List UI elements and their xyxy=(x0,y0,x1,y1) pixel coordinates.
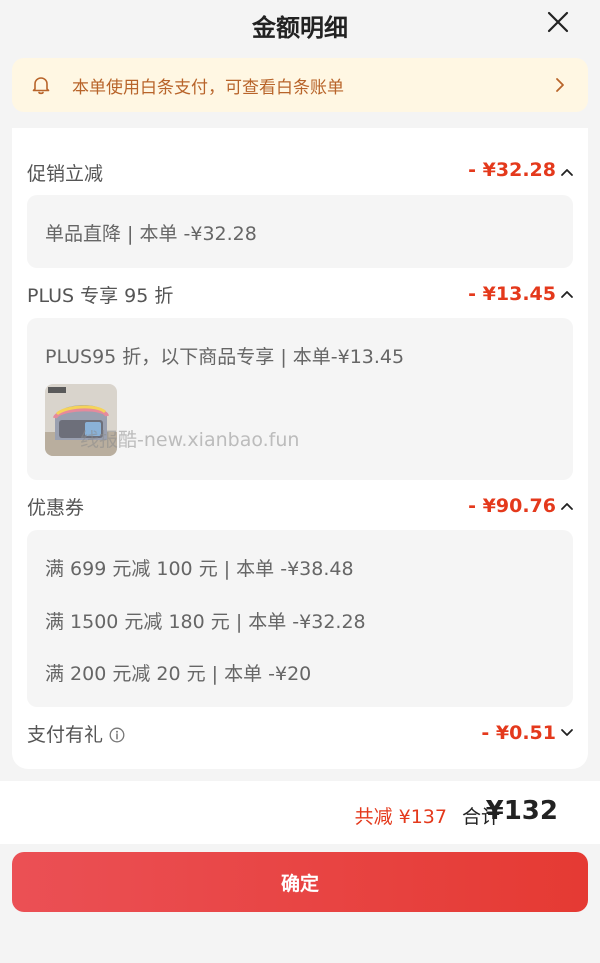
discount-details-card: 促销立减 - ¥32.28 单品直降 | 本单 -¥32.28 PLUS 专享 … xyxy=(12,128,588,769)
plus-detail-box: PLUS95 折，以下商品专享 | 本单-¥13.45 xyxy=(27,318,573,480)
baitiao-banner[interactable]: 本单使用白条支付，可查看白条账单 xyxy=(12,58,588,112)
chevron-up-icon[interactable] xyxy=(560,167,574,177)
info-icon[interactable] xyxy=(109,727,125,743)
payment-gift-label: 支付有礼 xyxy=(27,724,104,746)
plus-detail-line: PLUS95 折，以下商品专享 | 本单-¥13.45 xyxy=(45,346,405,368)
confirm-button[interactable]: 确定 xyxy=(12,852,588,912)
section-amount-promotion[interactable]: - ¥32.28 xyxy=(468,159,556,181)
total-value: ¥132 xyxy=(485,796,558,826)
promotion-detail-box: 单品直降 | 本单 -¥32.28 xyxy=(27,195,573,268)
section-label-promotion[interactable]: 促销立减 xyxy=(27,159,103,186)
section-label-payment-gift[interactable]: 支付有礼 xyxy=(27,720,125,747)
coupon-line: 满 699 元减 100 元 | 本单 -¥38.48 xyxy=(45,558,354,580)
section-amount-plus[interactable]: - ¥13.45 xyxy=(468,283,556,305)
total-saved: 共减 ¥137 xyxy=(354,806,447,828)
promotion-detail-line: 单品直降 | 本单 -¥32.28 xyxy=(45,223,257,245)
watermark-text: 线报酷-new.xianbao.fun xyxy=(80,429,300,451)
coupons-detail-box: 满 699 元减 100 元 | 本单 -¥38.48 满 1500 元减 18… xyxy=(27,530,573,707)
section-label-plus[interactable]: PLUS 专享 95 折 xyxy=(27,281,173,308)
header: 金额明细 xyxy=(0,0,600,46)
chevron-right-icon xyxy=(556,78,564,92)
page-title: 金额明细 xyxy=(252,14,348,42)
chevron-down-icon[interactable] xyxy=(560,728,574,738)
bell-icon xyxy=(32,77,50,95)
section-label-coupons[interactable]: 优惠券 xyxy=(27,493,84,520)
close-icon[interactable] xyxy=(546,10,570,34)
order-summary: 共减 ¥137 合计 ¥132 xyxy=(0,781,600,844)
coupon-line: 满 1500 元减 180 元 | 本单 -¥32.28 xyxy=(45,611,366,633)
section-amount-payment-gift[interactable]: - ¥0.51 xyxy=(481,722,556,744)
banner-text: 本单使用白条支付，可查看白条账单 xyxy=(72,78,344,98)
section-amount-coupons[interactable]: - ¥90.76 xyxy=(468,495,556,517)
chevron-up-icon[interactable] xyxy=(560,501,574,511)
coupon-line: 满 200 元减 20 元 | 本单 -¥20 xyxy=(45,663,312,685)
chevron-up-icon[interactable] xyxy=(560,289,574,299)
